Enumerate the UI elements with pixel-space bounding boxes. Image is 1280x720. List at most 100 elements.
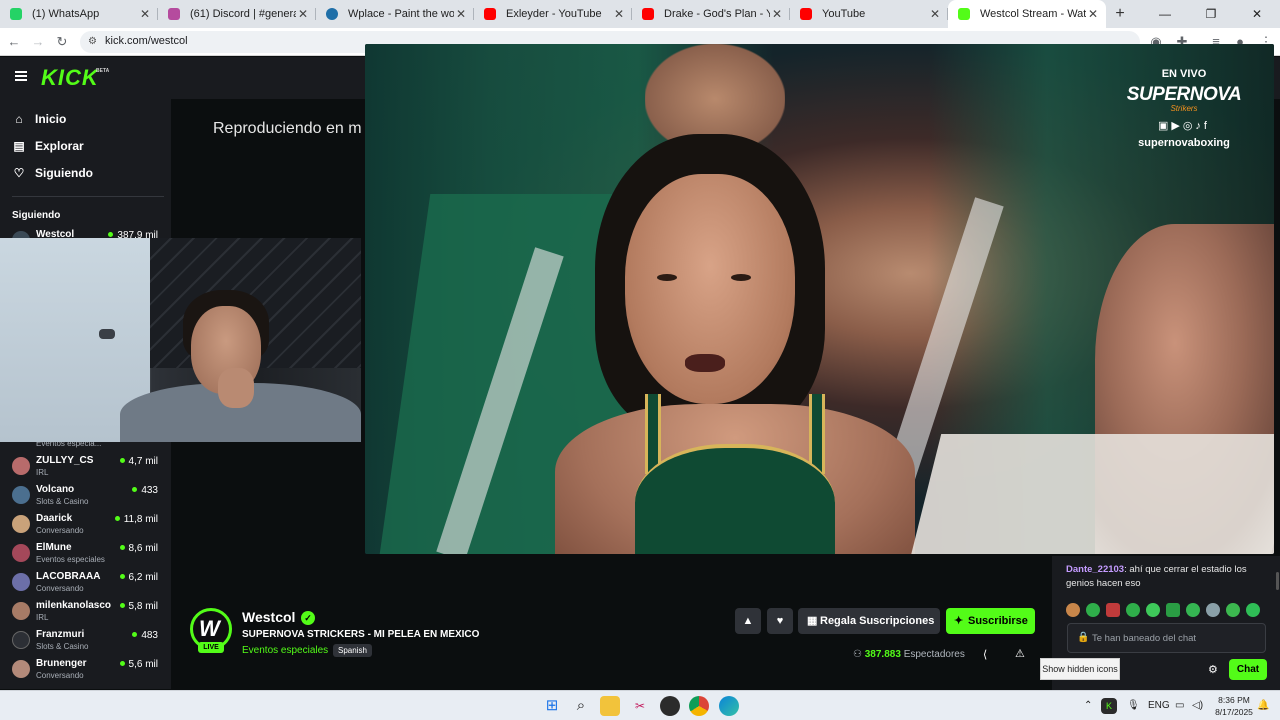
close-window-button[interactable]: ✕ [1234, 0, 1280, 28]
browse-icon: ▤ [13, 139, 25, 153]
share-icon[interactable]: ⟨ [983, 648, 987, 661]
live-badge: LIVE [198, 642, 224, 653]
heart-icon: ♡ [13, 166, 25, 180]
beta-badge: BETA [96, 68, 110, 74]
following-channel-zullyy-cs[interactable]: ZULLYY_CS IRL 4,7 mil [10, 453, 162, 481]
minimize-button[interactable]: — [1142, 0, 1188, 28]
avatar [12, 631, 30, 649]
close-icon[interactable]: ✕ [1086, 7, 1100, 21]
following-channel-brunenger[interactable]: Brunenger Conversando 5,6 mil [10, 656, 162, 684]
close-icon[interactable]: ✕ [928, 7, 942, 21]
emote-icon[interactable] [1066, 603, 1080, 617]
following-channel-daarick[interactable]: Daarick Conversando 11,8 mil [10, 511, 162, 539]
edge-icon[interactable] [719, 696, 739, 716]
tab-youtube[interactable]: YouTube ✕ [790, 0, 948, 28]
close-icon[interactable]: ✕ [138, 7, 152, 21]
globe-icon [326, 8, 338, 20]
close-icon[interactable]: ✕ [296, 7, 310, 21]
network-icon[interactable]: ▭ [1175, 700, 1184, 711]
emote-icon[interactable] [1106, 603, 1120, 617]
tab-discord[interactable]: (61) Discord | #general ✕ [158, 0, 316, 28]
youtube-icon [642, 8, 654, 20]
subscribe-button[interactable]: ✦ Suscribirse [946, 608, 1035, 634]
chat-settings-gear-icon[interactable]: ⚙ [1208, 663, 1218, 676]
emote-icon[interactable] [1246, 603, 1260, 617]
following-channel-volcano[interactable]: Volcano Slots & Casino 433 [10, 482, 162, 510]
webcam-overlay [0, 238, 361, 442]
chevron-up-icon[interactable]: ⌃ [1084, 700, 1092, 711]
kick-tray-icon[interactable]: K [1101, 698, 1117, 714]
language-tag[interactable]: Spanish [333, 644, 372, 657]
people-icon: ⚇ [853, 649, 865, 660]
channel-category: Eventos especiales [36, 555, 105, 564]
avatar [12, 515, 30, 533]
reload-icon[interactable]: ↻ [52, 32, 72, 52]
fighter-eye [657, 274, 677, 281]
chat-input[interactable]: 🔒 Te han baneado del chat [1067, 623, 1266, 653]
volume-icon[interactable]: ◁) [1192, 700, 1203, 711]
social-handle: supernovaboxing [1138, 137, 1230, 149]
snipping-tool-icon[interactable]: ✂ [630, 696, 650, 716]
tab-title: Westcol Stream - Watch Live [980, 8, 1086, 20]
obs-icon[interactable] [660, 696, 680, 716]
microphone-icon[interactable]: 🎙 [1127, 700, 1140, 711]
sidebar-item-explorar[interactable]: ▤ Explorar [12, 137, 83, 155]
channel-name: Volcano [36, 484, 75, 495]
follow-heart-button[interactable]: ♥ [767, 608, 793, 634]
viewer-count: 6,2 mil [120, 572, 158, 583]
windows-start-icon[interactable]: ⊞ [542, 696, 562, 716]
hamburger-menu-icon[interactable] [15, 71, 27, 81]
maximize-button[interactable]: ❐ [1188, 0, 1234, 28]
emote-icon[interactable] [1226, 603, 1240, 617]
stream-category[interactable]: Eventos especiales [242, 645, 328, 656]
star-icon: ✦ [954, 615, 964, 627]
sidebar-item-siguiendo[interactable]: ♡ Siguiendo [12, 164, 93, 182]
viewer-count: 4,7 mil [120, 456, 158, 467]
heart-icon: ♥ [776, 615, 784, 627]
emote-icon[interactable] [1186, 603, 1200, 617]
notification-bell-icon[interactable]: 🔔 [1257, 700, 1269, 711]
video-player[interactable]: EN VIVO SUPERNOVA Strikers ▣▶◎♪f superno… [365, 44, 1274, 554]
chrome-icon[interactable] [689, 696, 709, 716]
search-icon[interactable]: ⌕ [571, 696, 591, 716]
url-text[interactable]: kick.com/westcol [105, 35, 188, 47]
following-channel-elmune[interactable]: ElMune Eventos especiales 8,6 mil [10, 540, 162, 568]
emote-icon[interactable] [1146, 603, 1160, 617]
sidebar-item-inicio[interactable]: ⌂ Inicio [12, 110, 66, 128]
tab-youtube-drake[interactable]: Drake - God's Plan - YouTube✕ [632, 0, 790, 28]
tab-westcol-stream[interactable]: Westcol Stream - Watch Live✕ [948, 0, 1106, 28]
emote-icon[interactable] [1086, 603, 1100, 617]
new-tab-button[interactable]: + [1106, 0, 1134, 28]
following-channel-lacobraaa[interactable]: LACOBRAAA Conversando 6,2 mil [10, 569, 162, 597]
clock[interactable]: 8:36 PM 8/17/2025 [1212, 694, 1256, 718]
close-icon[interactable]: ✕ [454, 7, 468, 21]
site-info-icon[interactable]: ⚙ [88, 36, 100, 48]
chat-scrollbar[interactable] [1276, 572, 1279, 590]
close-icon[interactable]: ✕ [612, 7, 626, 21]
avatar-letter: W [199, 616, 220, 641]
chat-send-button[interactable]: Chat [1229, 659, 1267, 680]
kick-logo[interactable]: KICK [41, 65, 99, 91]
notification-bell-button[interactable]: ▲ [735, 608, 761, 634]
tab-title: (61) Discord | #general [190, 8, 296, 20]
viewer-count: 5,6 mil [120, 659, 158, 670]
following-channel-milenkanolasco[interactable]: milenkanolasco IRL 5,8 mil [10, 598, 162, 626]
close-icon[interactable]: ✕ [770, 7, 784, 21]
following-channel-franzmuri[interactable]: Franzmuri Slots & Casino 483 [10, 627, 162, 655]
tab-wplace[interactable]: Wplace - Paint the world✕ [316, 0, 474, 28]
file-explorer-icon[interactable] [600, 696, 620, 716]
tab-whatsapp[interactable]: (1) WhatsApp ✕ [0, 0, 158, 28]
chat-username[interactable]: Dante_22103 [1066, 564, 1124, 575]
chat-message: Dante_22103: ahí que cerrar el estadio l… [1066, 563, 1266, 591]
emote-icon[interactable] [1166, 603, 1180, 617]
gift-subs-button[interactable]: ▦ Regala Suscripciones [798, 608, 940, 634]
forward-icon[interactable]: → [28, 32, 48, 52]
emote-icon[interactable] [1126, 603, 1140, 617]
emote-icon[interactable] [1206, 603, 1220, 617]
channel-name[interactable]: Westcol [242, 609, 295, 625]
language-indicator[interactable]: ENG [1148, 700, 1170, 711]
back-icon[interactable]: ← [4, 32, 24, 52]
warning-icon[interactable]: ⚠ [1015, 647, 1025, 660]
sidebar-item-label: Inicio [35, 112, 67, 126]
tab-youtube-exleyder[interactable]: Exleyder - YouTube ✕ [474, 0, 632, 28]
